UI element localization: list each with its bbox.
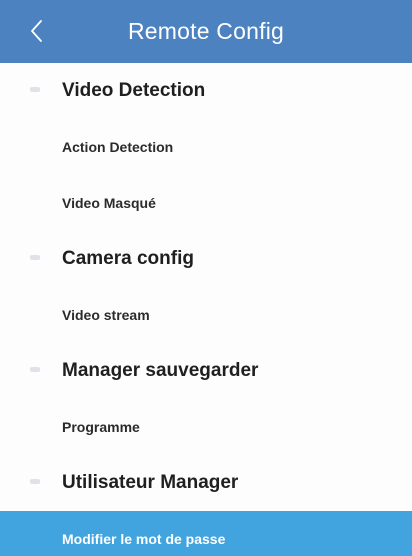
menu-item-video-masque[interactable]: Video Masqué: [0, 175, 412, 231]
menu-item-programme[interactable]: Programme: [0, 399, 412, 455]
menu-item-action-detection[interactable]: Action Detection: [0, 119, 412, 175]
config-menu: Video Detection Action Detection Video M…: [0, 63, 412, 556]
section-title: Manager sauvegarder: [62, 360, 259, 381]
section-title: Utilisateur Manager: [62, 472, 239, 493]
menu-item-label: Modifier le mot de passe: [62, 531, 226, 547]
section-camera-config: Camera config: [0, 231, 412, 287]
menu-item-video-stream[interactable]: Video stream: [0, 287, 412, 343]
section-marker: [30, 87, 40, 92]
section-marker: [30, 367, 40, 372]
section-video-detection: Video Detection: [0, 63, 412, 119]
page-title: Remote Config: [127, 18, 284, 44]
section-marker: [30, 479, 40, 484]
menu-item-label: Video stream: [62, 307, 150, 323]
menu-item-label: Programme: [62, 419, 140, 435]
menu-item-label: Action Detection: [62, 139, 174, 155]
remote-config-screen: Remote Config Video Detection Action Det…: [0, 0, 412, 556]
menu-item-modifier-mot-de-passe[interactable]: Modifier le mot de passe: [0, 511, 412, 556]
section-title: Camera config: [62, 248, 194, 269]
section-title: Video Detection: [62, 80, 206, 101]
menu-item-label: Video Masqué: [62, 195, 156, 211]
header-bar: Remote Config: [0, 0, 412, 63]
section-marker: [30, 255, 40, 260]
section-manager-sauvegarder: Manager sauvegarder: [0, 343, 412, 399]
section-utilisateur-manager: Utilisateur Manager: [0, 455, 412, 511]
